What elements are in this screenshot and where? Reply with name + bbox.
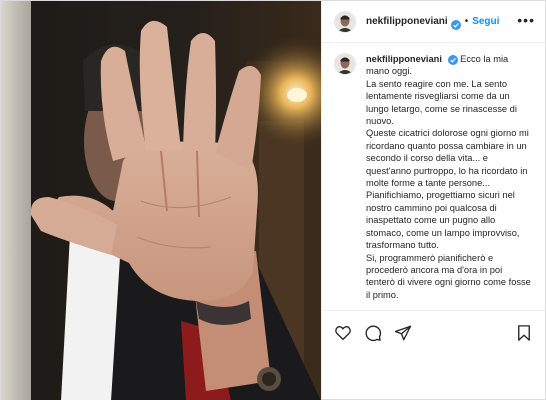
caption-row: nekfilipponeviani Ecco la mia mano oggi.… (334, 53, 533, 301)
instagram-post: nekfilipponeviani • Segui ••• nekfilippo… (0, 0, 546, 400)
username[interactable]: nekfilipponeviani (366, 16, 448, 27)
caption-area: nekfilipponeviani Ecco la mia mano oggi.… (322, 43, 545, 310)
caption-body: La sento reagire con me. La sento lentam… (366, 78, 531, 300)
caption-avatar[interactable] (334, 53, 356, 75)
avatar-image (335, 54, 355, 74)
more-options-icon[interactable]: ••• (517, 13, 535, 31)
action-bar (322, 310, 545, 354)
verified-badge-icon (450, 17, 461, 30)
comment-icon[interactable] (364, 324, 382, 342)
post-side-panel: nekfilipponeviani • Segui ••• nekfilippo… (321, 1, 545, 399)
comment-area-spacer (322, 354, 545, 399)
avatar-image (335, 11, 355, 32)
heart-icon[interactable] (334, 324, 352, 342)
verified-badge-icon (447, 54, 458, 65)
separator-dot: • (464, 16, 469, 27)
paper-plane-icon[interactable] (394, 324, 412, 342)
caption-username[interactable]: nekfilipponeviani (366, 54, 442, 64)
post-caption: nekfilipponeviani Ecco la mia mano oggi.… (366, 53, 533, 301)
bookmark-icon[interactable] (515, 324, 533, 342)
avatar[interactable] (334, 10, 356, 33)
follow-button[interactable]: Segui (472, 16, 499, 27)
post-photo[interactable] (1, 1, 321, 400)
post-header: nekfilipponeviani • Segui ••• (322, 1, 545, 43)
hand-photo-image (1, 1, 321, 400)
